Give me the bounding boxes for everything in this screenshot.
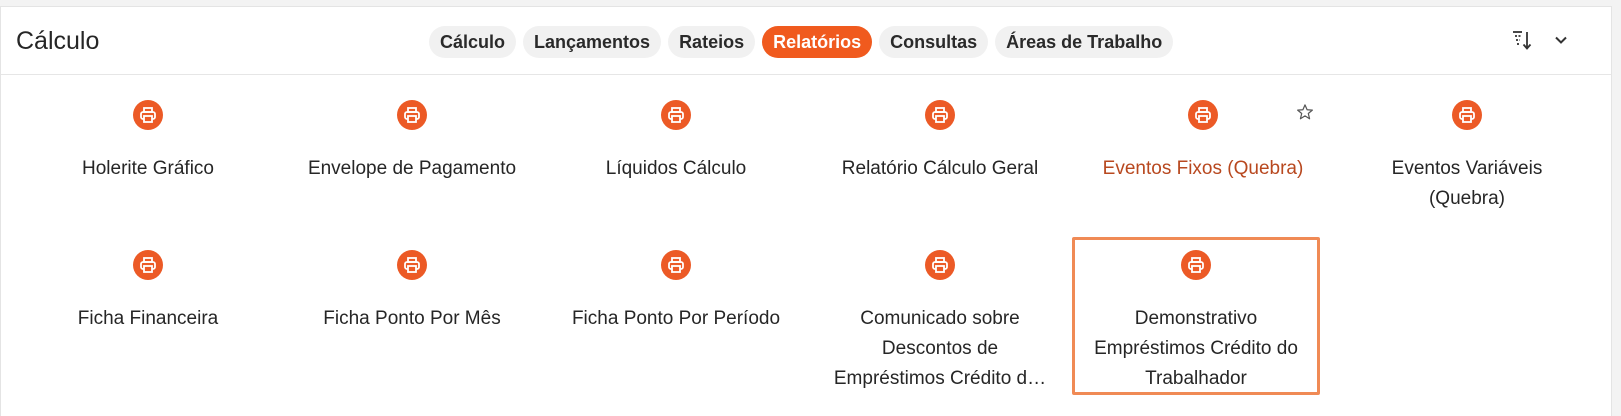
tab-relatorios[interactable]: Relatórios <box>762 26 873 58</box>
report-envelope-de-pagamento[interactable]: Envelope de Pagamento <box>283 75 541 225</box>
star-outline-icon[interactable] <box>1296 103 1314 126</box>
printer-icon <box>1452 100 1482 130</box>
tab-rateios[interactable]: Rateios <box>668 26 756 58</box>
report-label: Relatório Cálculo Geral <box>841 158 1039 179</box>
report-liquidos-calculo[interactable]: Líquidos Cálculo <box>547 75 805 225</box>
page-header: Cálculo Cálculo Lançamentos Rateios Rela… <box>1 7 1611 75</box>
reports-panel: Cálculo Cálculo Lançamentos Rateios Rela… <box>0 6 1612 416</box>
tab-bar: Cálculo Lançamentos Rateios Relatórios C… <box>429 26 1174 58</box>
report-label: Comunicado sobre Descontos de Empréstimo… <box>833 308 1047 389</box>
report-label: Eventos Fixos (Quebra) <box>1102 158 1304 179</box>
tab-calculo[interactable]: Cálculo <box>429 26 517 58</box>
header-tools <box>1511 29 1569 51</box>
page-title: Cálculo <box>16 27 100 55</box>
report-label: Ficha Ponto Por Mês <box>323 308 501 329</box>
chevron-down-icon[interactable] <box>1553 32 1569 48</box>
printer-icon <box>925 100 955 130</box>
tab-consultas[interactable]: Consultas <box>879 26 989 58</box>
printer-icon <box>397 100 427 130</box>
report-eventos-variaveis-quebra[interactable]: Eventos Variáveis (Quebra) <box>1338 75 1596 225</box>
report-relatorio-calculo-geral[interactable]: Relatório Cálculo Geral <box>811 75 1069 225</box>
report-holerite-grafico[interactable]: Holerite Gráfico <box>19 75 277 225</box>
printer-icon <box>397 250 427 280</box>
report-label: Líquidos Cálculo <box>605 158 747 179</box>
printer-icon <box>133 100 163 130</box>
report-comunicado-descontos[interactable]: Comunicado sobre Descontos de Empréstimo… <box>811 225 1069 395</box>
printer-icon <box>133 250 163 280</box>
report-eventos-fixos-quebra[interactable]: Eventos Fixos (Quebra) <box>1074 75 1332 225</box>
report-demonstrativo-emprestimos[interactable]: Demonstrativo Empréstimos Crédito do Tra… <box>1072 237 1320 395</box>
report-label: Ficha Ponto Por Período <box>571 308 781 329</box>
report-ficha-ponto-por-periodo[interactable]: Ficha Ponto Por Período <box>547 225 805 375</box>
report-label: Holerite Gráfico <box>82 158 214 179</box>
printer-icon <box>1181 250 1211 280</box>
report-label: Demonstrativo Empréstimos Crédito do Tra… <box>1094 308 1298 389</box>
report-label: Ficha Financeira <box>77 308 219 329</box>
sort-icon[interactable] <box>1511 29 1533 51</box>
tab-lancamentos[interactable]: Lançamentos <box>523 26 662 58</box>
printer-icon <box>661 250 691 280</box>
report-ficha-ponto-por-mes[interactable]: Ficha Ponto Por Mês <box>283 225 541 375</box>
tab-areas-de-trabalho[interactable]: Áreas de Trabalho <box>995 26 1174 58</box>
printer-icon <box>661 100 691 130</box>
report-label: Eventos Variáveis (Quebra) <box>1391 158 1543 209</box>
printer-icon <box>925 250 955 280</box>
report-label: Envelope de Pagamento <box>307 158 517 179</box>
printer-icon <box>1188 100 1218 130</box>
report-ficha-financeira[interactable]: Ficha Financeira <box>19 225 277 375</box>
